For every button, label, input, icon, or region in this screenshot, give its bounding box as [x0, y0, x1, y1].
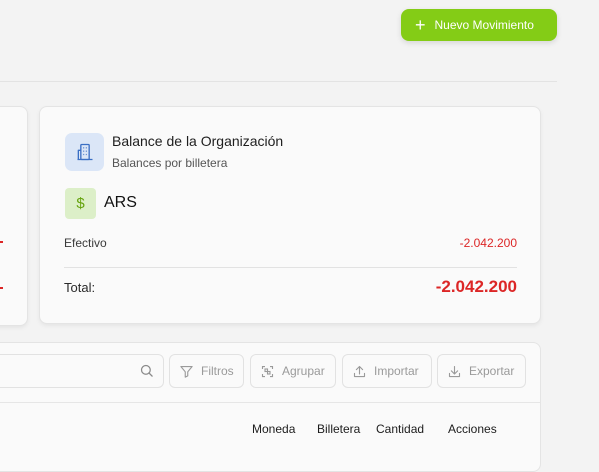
card-subtitle: Balances por billetera: [112, 156, 228, 170]
upload-icon: [352, 364, 367, 379]
currency-symbol: $: [76, 195, 85, 212]
filters-button[interactable]: Filtros: [169, 354, 244, 388]
filter-icon: [179, 364, 194, 379]
plus-icon: +: [415, 15, 426, 35]
divider: [64, 267, 517, 268]
import-label: Importar: [374, 364, 419, 378]
dollar-icon: $: [65, 188, 96, 219]
new-movement-label: Nuevo Movimiento: [434, 18, 534, 32]
total-label: Total:: [64, 280, 96, 295]
organization-balance-card: Balance de la Organización Balances por …: [39, 106, 541, 324]
search-icon: [139, 363, 154, 378]
export-label: Exportar: [469, 364, 515, 378]
table-toolbar: Filtros Agrupar Importar Exportar: [0, 343, 540, 403]
search-input[interactable]: [0, 354, 164, 388]
currency-code: ARS: [104, 194, 137, 211]
filters-label: Filtros: [201, 364, 234, 378]
group-icon: [260, 364, 275, 379]
group-button[interactable]: Agrupar: [250, 354, 336, 388]
import-button[interactable]: Importar: [342, 354, 432, 388]
building-icon: [65, 133, 104, 171]
total-value: -2.042.200: [435, 277, 517, 296]
previous-card-partial: [0, 106, 28, 326]
wallet-balance: -2.042.200: [459, 236, 517, 250]
wallet-label: Efectivo: [64, 236, 107, 250]
movements-panel: Filtros Agrupar Importar Exportar Moneda…: [0, 342, 541, 472]
column-header-billetera[interactable]: Billetera: [317, 422, 360, 436]
new-movement-button[interactable]: + Nuevo Movimiento: [401, 9, 557, 41]
export-button[interactable]: Exportar: [437, 354, 526, 388]
top-bar: + Nuevo Movimiento: [0, 0, 557, 82]
card-title: Balance de la Organización: [112, 133, 284, 149]
negative-marker: [0, 241, 3, 243]
column-header-moneda[interactable]: Moneda: [252, 422, 295, 436]
column-header-acciones: Acciones: [448, 422, 497, 436]
column-header-cantidad[interactable]: Cantidad: [376, 422, 424, 436]
download-icon: [447, 364, 462, 379]
negative-marker: [0, 287, 3, 289]
group-label: Agrupar: [282, 364, 325, 378]
